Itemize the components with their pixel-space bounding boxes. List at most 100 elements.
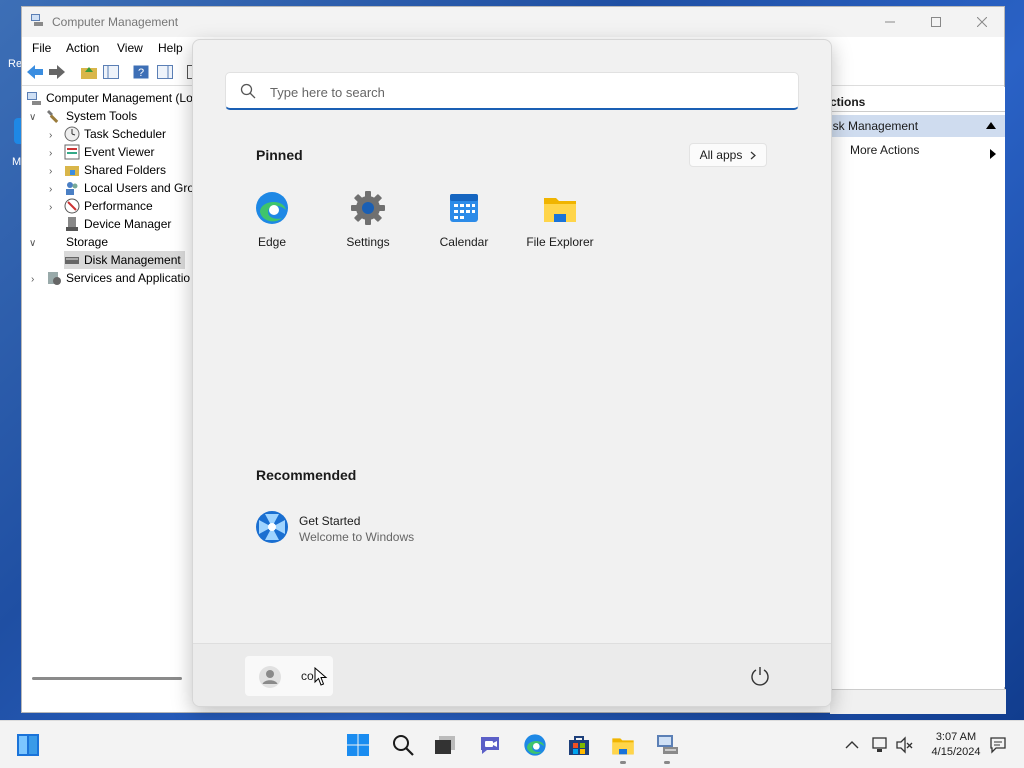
expand-chevron-icon[interactable]: › (49, 148, 52, 159)
edge-taskbar-button[interactable] (521, 731, 549, 759)
pinned-app-calendar[interactable]: Calendar (419, 190, 509, 249)
disk-icon (64, 252, 80, 268)
show-hide-tree-button[interactable] (102, 63, 120, 81)
task-view-button[interactable] (431, 731, 459, 759)
horizontal-scrollbar[interactable] (32, 677, 182, 680)
maximize-button[interactable] (913, 7, 959, 37)
title-bar[interactable]: Computer Management (22, 7, 1004, 37)
up-folder-button[interactable] (80, 63, 98, 81)
tree-item-storage[interactable]: Storage (46, 233, 108, 251)
power-icon[interactable] (749, 665, 771, 687)
menu-file[interactable]: File (32, 41, 51, 55)
tree-item-shared-folders[interactable]: Shared Folders (64, 161, 166, 179)
tree-item-task-scheduler[interactable]: Task Scheduler (64, 125, 166, 143)
forward-button[interactable] (48, 63, 66, 81)
notifications-button[interactable] (984, 731, 1012, 759)
pinned-app-label: Calendar (439, 235, 489, 249)
chevron-up-icon (845, 741, 859, 749)
tree-item-disk-management[interactable]: Disk Management (64, 251, 185, 269)
tree-item-services-applications[interactable]: Services and Applicatio (46, 269, 190, 287)
recommended-item-get-started[interactable]: Get Started Welcome to Windows (255, 510, 555, 546)
computer-management-taskbar-button[interactable] (653, 731, 681, 759)
get-started-icon (256, 511, 288, 543)
network-icon (872, 737, 887, 752)
widgets-button[interactable] (14, 731, 42, 759)
users-icon (64, 180, 80, 196)
start-footer: co (193, 643, 831, 706)
volume-button[interactable] (890, 731, 918, 759)
performance-icon (64, 198, 80, 214)
search-button[interactable] (389, 731, 417, 759)
all-apps-button[interactable]: All apps (689, 143, 767, 167)
maximize-icon (931, 17, 941, 27)
pinned-app-edge[interactable]: Edge (227, 190, 317, 249)
collapse-chevron-icon[interactable]: ∨ (29, 112, 36, 123)
more-actions-item[interactable]: More Actions (850, 143, 919, 157)
edge-icon (524, 734, 546, 756)
tree-item-label: Computer Management (Lo (46, 91, 193, 105)
forward-arrow-icon (49, 65, 65, 79)
recommended-item-title: Get Started (299, 514, 361, 528)
mouse-cursor-icon (314, 667, 328, 686)
tree-item-event-viewer[interactable]: Event Viewer (64, 143, 154, 161)
show-hide-action-pane-button[interactable] (156, 63, 174, 81)
svg-text:?: ? (138, 67, 144, 79)
close-button[interactable] (959, 7, 1005, 37)
window-title: Computer Management (52, 15, 179, 29)
tree-item-device-manager[interactable]: Device Manager (64, 215, 171, 233)
help-button[interactable]: ? (132, 63, 150, 81)
tree-item-label: Shared Folders (84, 163, 167, 177)
widgets-icon (17, 734, 39, 756)
file-explorer-taskbar-button[interactable] (609, 731, 637, 759)
pinned-app-settings[interactable]: Settings (323, 190, 413, 249)
settings-icon (351, 191, 385, 225)
action-pane-icon (157, 65, 173, 79)
collapse-chevron-icon[interactable]: ∨ (29, 238, 36, 249)
minimize-icon (885, 21, 895, 23)
tree-item-performance[interactable]: Performance (64, 197, 153, 215)
expand-chevron-icon[interactable]: › (31, 274, 34, 285)
menu-view[interactable]: View (117, 41, 143, 55)
menu-action[interactable]: Action (66, 41, 99, 55)
notification-icon (990, 737, 1006, 754)
chat-button[interactable] (476, 731, 504, 759)
running-indicator (620, 761, 626, 764)
shared-folder-icon (64, 162, 80, 178)
search-input[interactable] (268, 81, 772, 103)
tree-item-label: Event Viewer (84, 145, 155, 159)
back-button[interactable] (26, 63, 44, 81)
clock-time: 3:07 AM (935, 731, 977, 743)
expand-chevron-icon[interactable]: › (49, 202, 52, 213)
folder-up-icon (81, 67, 97, 79)
actions-section-disk-management[interactable]: isk Management (830, 115, 1005, 137)
user-name: co (301, 669, 314, 683)
minimize-button[interactable] (867, 7, 913, 37)
expand-chevron-icon[interactable]: › (49, 184, 52, 195)
start-button[interactable] (344, 731, 372, 759)
pinned-app-file-explorer[interactable]: File Explorer (515, 190, 605, 249)
storage-icon (46, 234, 62, 250)
services-icon (46, 270, 62, 286)
tree-item-label: Local Users and Grou (84, 181, 193, 195)
expand-chevron-icon[interactable]: › (49, 166, 52, 177)
expand-chevron-icon[interactable]: › (49, 130, 52, 141)
computer-management-icon (657, 735, 678, 754)
collapse-arrow-icon[interactable] (986, 122, 996, 129)
recommended-item-subtitle: Welcome to Windows (299, 530, 415, 544)
search-box[interactable] (225, 72, 799, 110)
tree-item-label: Disk Management (84, 253, 181, 267)
file-explorer-icon (612, 738, 634, 755)
show-hidden-icons-button[interactable] (838, 731, 866, 759)
more-actions-label: More Actions (850, 143, 920, 157)
calendar-icon (450, 194, 478, 222)
back-arrow-icon (27, 65, 43, 79)
store-button[interactable] (565, 731, 593, 759)
tree-item-computer-management[interactable]: Computer Management (Lo (26, 89, 193, 107)
edge-icon (256, 192, 288, 224)
tree-item-system-tools[interactable]: System Tools (46, 107, 137, 125)
close-icon (977, 17, 987, 27)
all-apps-label: All apps (699, 148, 743, 162)
tree-item-local-users-groups[interactable]: Local Users and Grou (64, 179, 193, 197)
clock[interactable]: 3:07 AM 4/15/2024 (920, 730, 992, 760)
menu-help[interactable]: Help (158, 41, 183, 55)
